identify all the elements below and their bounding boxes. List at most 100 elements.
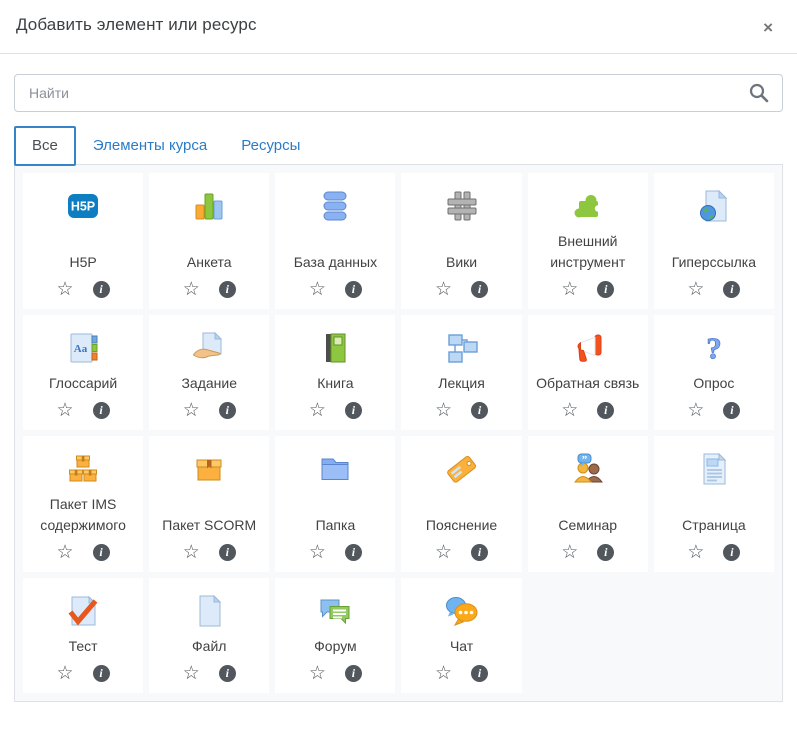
card-actions: ☆i [309,396,362,420]
info-icon[interactable]: i [471,544,488,561]
module-card-quiz[interactable]: Тест☆i [23,578,143,693]
tab-resources[interactable]: Ресурсы [224,126,317,165]
module-card-label[interactable]: Пояснение☆i [401,436,521,572]
module-card-folder[interactable]: Папка☆i [275,436,395,572]
module-card-chat[interactable]: Чат☆i [401,578,521,693]
module-card-workshop[interactable]: ”Семинар☆i [528,436,648,572]
module-card-feedback[interactable]: Обратная связь ☆ i [528,315,648,430]
scorm-package-icon [191,449,227,489]
card-actions: ☆i [57,275,110,299]
module-label: Лекция [437,368,486,396]
search-input[interactable] [14,74,783,112]
info-icon[interactable]: i [93,281,110,298]
info-icon[interactable]: i [723,402,740,419]
star-icon[interactable]: ☆ [309,543,326,562]
module-card-scorm-package[interactable]: Пакет SCORM☆i [149,436,269,572]
survey-icon [191,186,227,226]
info-icon[interactable]: i [597,281,614,298]
star-icon[interactable]: ☆ [183,280,200,299]
star-icon[interactable]: ☆ [183,664,200,683]
info-icon[interactable]: i [723,544,740,561]
module-card-page[interactable]: Страница☆i [654,436,774,572]
star-icon[interactable]: ☆ [309,401,326,420]
module-label: Обратная связь [535,368,640,396]
star-icon[interactable]: ☆ [687,401,704,420]
module-label: Книга [316,368,354,396]
svg-text:Aa: Aa [74,343,88,355]
info-icon[interactable]: i [219,281,236,298]
info-icon[interactable]: i [345,402,362,419]
module-label: Внешний инструмент [533,226,643,275]
add-activity-dialog: Добавить элемент или ресурс × ВсеЭлемент… [0,0,797,734]
star-icon[interactable]: ☆ [309,664,326,683]
info-icon[interactable]: i [219,402,236,419]
star-icon[interactable]: ☆ [687,280,704,299]
star-icon[interactable]: ☆ [435,280,452,299]
info-icon[interactable]: i [219,544,236,561]
module-label: Опрос [692,368,735,396]
star-icon[interactable]: ☆ [57,543,74,562]
svg-text:?: ? [706,331,722,366]
search-icon [748,82,770,104]
module-card-book[interactable]: Книга☆i [275,315,395,430]
info-icon[interactable]: i [723,281,740,298]
info-icon[interactable]: i [93,402,110,419]
tab-bar: ВсеЭлементы курсаРесурсы [14,126,783,165]
module-label: Анкета [186,247,233,275]
star-icon[interactable]: ☆ [561,401,578,420]
module-label: Форум [313,631,358,659]
module-card-ims-package[interactable]: Пакет IMS содержимого☆i [23,436,143,572]
info-icon[interactable]: i [345,544,362,561]
card-actions: ☆i [435,396,488,420]
star-icon[interactable]: ☆ [57,280,74,299]
card-actions: ☆i [57,659,110,683]
module-card-assignment[interactable]: Задание☆i [149,315,269,430]
info-icon[interactable]: i [597,402,614,419]
module-card-url[interactable]: Гиперссылка☆i [654,173,774,309]
star-icon[interactable]: ☆ [183,401,200,420]
info-icon[interactable]: i [93,665,110,682]
card-actions: ☆i [687,275,740,299]
info-icon[interactable]: i [471,665,488,682]
feedback-icon [570,328,606,368]
module-card-external-tool[interactable]: Внешний инструмент ☆ i [528,173,648,309]
info-icon[interactable]: i [597,544,614,561]
workshop-icon: ” [570,449,606,489]
module-label: Тест [68,631,99,659]
info-icon[interactable]: i [471,281,488,298]
close-icon[interactable]: × [755,15,781,40]
star-icon[interactable]: ☆ [57,401,74,420]
star-icon[interactable]: ☆ [561,543,578,562]
module-card-forum[interactable]: Форум ☆ i [275,578,395,693]
star-icon[interactable]: ☆ [435,543,452,562]
module-card-survey[interactable]: Анкета ☆ i [149,173,269,309]
forum-icon [317,591,353,631]
info-icon[interactable]: i [345,665,362,682]
module-card-h5p[interactable]: H5PH5P☆i [23,173,143,309]
tab-all[interactable]: Все [14,126,76,166]
star-icon[interactable]: ☆ [561,280,578,299]
info-icon[interactable]: i [93,544,110,561]
module-card-lesson[interactable]: Лекция☆i [401,315,521,430]
star-icon[interactable]: ☆ [687,543,704,562]
card-actions: ☆i [435,538,488,562]
star-icon[interactable]: ☆ [435,401,452,420]
card-actions: ☆i [561,538,614,562]
star-icon[interactable]: ☆ [183,543,200,562]
card-actions: ☆i [435,659,488,683]
module-card-wiki[interactable]: Вики ☆ i [401,173,521,309]
module-card-glossary[interactable]: AaГлоссарий☆i [23,315,143,430]
star-icon[interactable]: ☆ [57,664,74,683]
info-icon[interactable]: i [219,665,236,682]
module-label: Вики [445,247,478,275]
info-icon[interactable]: i [471,402,488,419]
card-actions: ☆i [309,538,362,562]
module-card-choice[interactable]: ?Опрос ☆ i [654,315,774,430]
module-card-database[interactable]: База данных☆i [275,173,395,309]
module-card-file[interactable]: Файл☆i [149,578,269,693]
info-icon[interactable]: i [345,281,362,298]
search-row [14,74,783,112]
star-icon[interactable]: ☆ [435,664,452,683]
tab-activities[interactable]: Элементы курса [76,126,224,165]
star-icon[interactable]: ☆ [309,280,326,299]
